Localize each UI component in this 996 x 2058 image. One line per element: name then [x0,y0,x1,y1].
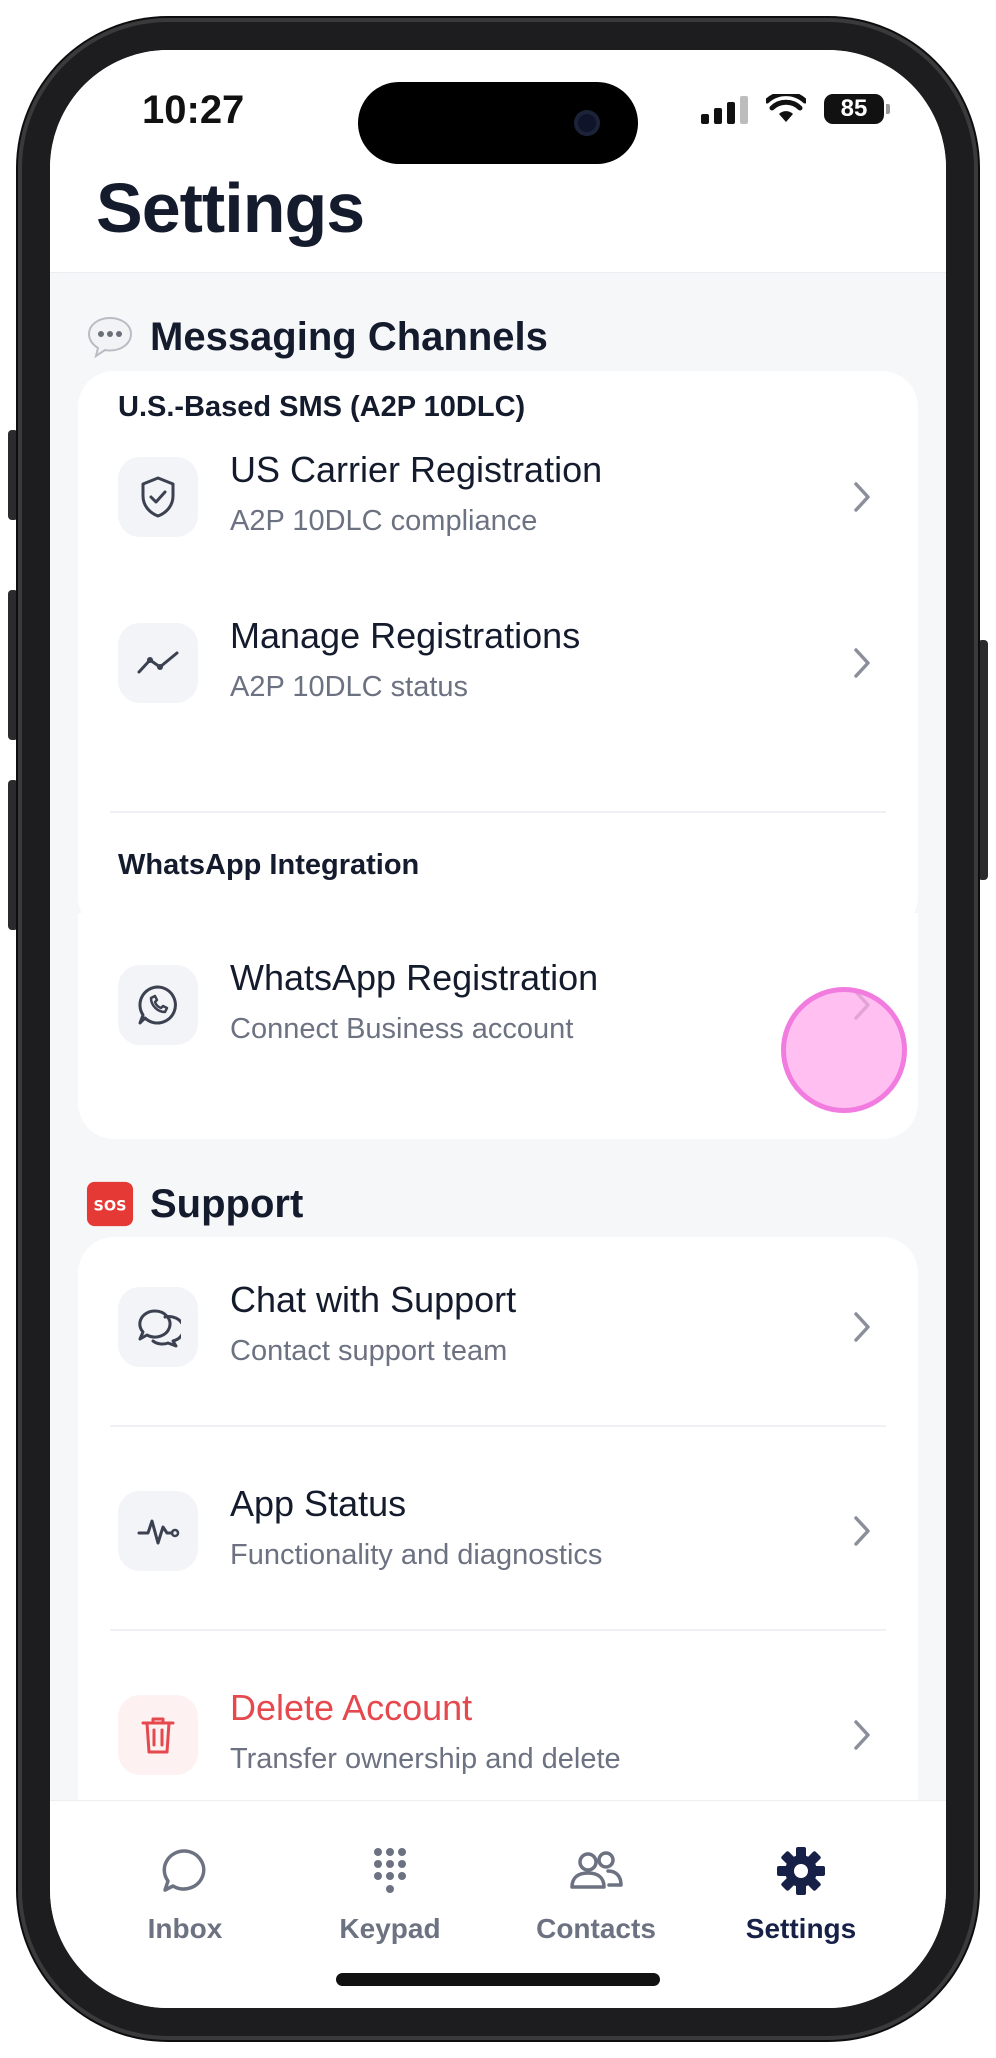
list-item-delete-account[interactable]: Delete Account Transfer ownership and de… [78,1665,918,1801]
item-title: Manage Registrations [230,615,581,656]
divider [110,811,886,813]
shield-check-icon [118,457,198,537]
item-subtitle: Functionality and diagnostics [230,1539,603,1571]
tab-settings[interactable]: Settings [721,1841,881,1961]
speech-bubble-icon [86,313,134,361]
item-subtitle: Transfer ownership and delete [230,1743,621,1775]
whatsapp-icon [118,965,198,1045]
pulse-icon [118,1491,198,1571]
svg-text:SOS: SOS [94,1199,127,1215]
action-button [8,430,18,520]
chat-bubbles-icon [118,1287,198,1367]
keypad-icon [310,1841,470,1901]
settings-content[interactable]: Messaging Channels U.S.-Based SMS (A2P 1… [50,273,946,1801]
group-label-sms: U.S.-Based SMS (A2P 10DLC) [118,391,526,423]
volume-up-button [8,590,18,740]
section-title-support: SOS Support [86,1180,303,1228]
phone-screen: 10:27 85 Settings Messaging Channels U.S… [50,50,946,2008]
list-item-chat-with-support[interactable]: Chat with Support Contact support team [78,1257,918,1397]
item-title: Chat with Support [230,1279,517,1320]
list-item-app-status[interactable]: App Status Functionality and diagnostics [78,1461,918,1601]
battery-icon: 85 [824,94,890,124]
tab-bar: Inbox Keypad Contacts Settings [50,1800,946,2008]
section-title-messaging: Messaging Channels [86,313,548,361]
tab-label: Inbox [147,1913,223,1944]
home-indicator [336,1973,660,1986]
chevron-right-icon [842,643,882,683]
trend-line-icon [118,623,198,703]
section-title-text: Messaging Channels [150,314,548,359]
chat-bubble-icon [105,1841,265,1901]
tab-label: Contacts [536,1913,656,1944]
item-title: App Status [230,1483,407,1524]
item-subtitle: A2P 10DLC status [230,671,469,703]
tab-inbox[interactable]: Inbox [105,1841,265,1961]
cellular-signal-icon [701,94,748,124]
list-item-manage-registrations[interactable]: Manage Registrations A2P 10DLC status [78,593,918,733]
chevron-right-icon [842,477,882,517]
divider [110,1425,886,1427]
item-title: WhatsApp Registration [230,957,599,998]
list-item-us-carrier-registration[interactable]: US Carrier Registration A2P 10DLC compli… [78,427,918,567]
messaging-card: U.S.-Based SMS (A2P 10DLC) US Carrier Re… [78,371,918,933]
trash-icon [118,1695,198,1775]
gear-icon [721,1841,881,1901]
tab-label: Keypad [339,1913,441,1944]
chevron-right-icon [842,1715,882,1755]
item-subtitle: Contact support team [230,1335,508,1367]
divider [110,1629,886,1631]
header: 10:27 85 Settings [50,50,946,273]
tab-contacts[interactable]: Contacts [516,1841,676,1961]
item-subtitle: A2P 10DLC compliance [230,505,538,537]
status-time: 10:27 [142,88,245,132]
chevron-right-icon [842,1307,882,1347]
chevron-right-icon [842,1511,882,1551]
volume-down-button [8,780,18,930]
power-button [978,640,988,880]
tab-label: Settings [745,1913,857,1944]
item-title: Delete Account [230,1687,473,1728]
support-card: Chat with Support Contact support team A… [78,1237,918,1801]
item-title: US Carrier Registration [230,449,603,490]
contacts-icon [516,1841,676,1901]
wifi-icon [766,94,806,122]
status-indicators: 85 [701,94,890,124]
item-subtitle: Connect Business account [230,1013,574,1045]
tap-indicator [781,987,907,1113]
tab-keypad[interactable]: Keypad [310,1841,470,1961]
dynamic-island [358,82,638,164]
section-title-text: Support [150,1181,304,1226]
group-label-whatsapp: WhatsApp Integration [118,849,420,881]
page-title: Settings [96,169,365,247]
sos-icon: SOS [86,1180,134,1228]
